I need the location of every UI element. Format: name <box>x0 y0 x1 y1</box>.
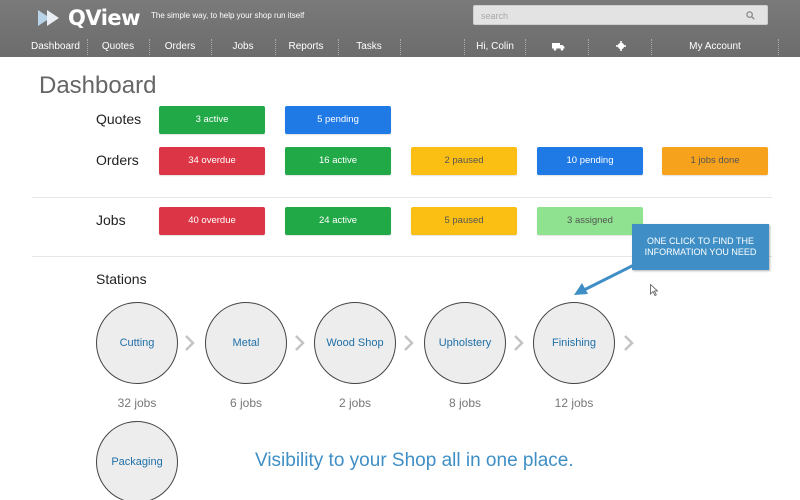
my-account-link[interactable]: My Account <box>680 36 750 57</box>
section-divider <box>32 197 772 198</box>
nav-divider <box>525 39 526 55</box>
top-bar: QView The simple way, to help your shop … <box>0 0 800 57</box>
main-nav: Dashboard Quotes Orders Jobs Reports Tas… <box>0 36 800 57</box>
orders-label: Orders <box>96 152 139 168</box>
station-jobs-count: 6 jobs <box>229 396 263 410</box>
nav-divider <box>651 39 652 55</box>
station-jobs-count: 32 jobs <box>117 396 157 410</box>
user-greeting[interactable]: Hi, Colin <box>472 36 518 57</box>
station-jobs-count: 8 jobs <box>448 396 482 410</box>
nav-divider <box>211 39 212 55</box>
mouse-cursor-icon <box>650 284 658 296</box>
callout-box: ONE CLICK TO FIND THE INFORMATION YOU NE… <box>632 224 769 270</box>
jobs-assigned-pill[interactable]: 3 assigned <box>537 207 643 235</box>
callout-arrow-icon <box>574 262 637 295</box>
station-wood-shop[interactable]: Wood Shop <box>314 302 396 384</box>
station-metal[interactable]: Metal <box>205 302 287 384</box>
nav-orders[interactable]: Orders <box>159 36 201 57</box>
quotes-pending-pill[interactable]: 5 pending <box>285 106 391 134</box>
nav-divider <box>588 39 589 55</box>
nav-divider <box>400 39 401 55</box>
nav-jobs[interactable]: Jobs <box>226 36 260 57</box>
nav-quotes[interactable]: Quotes <box>96 36 140 57</box>
gear-icon[interactable] <box>612 36 630 57</box>
app-logo[interactable]: QView <box>38 6 141 30</box>
orders-overdue-pill[interactable]: 34 overdue <box>159 147 265 175</box>
station-upholstery[interactable]: Upholstery <box>424 302 506 384</box>
search-icon[interactable] <box>746 11 755 20</box>
search-input[interactable] <box>474 7 734 25</box>
jobs-paused-pill[interactable]: 5 paused <box>411 207 517 235</box>
station-jobs-count: 2 jobs <box>338 396 372 410</box>
stations-label: Stations <box>96 271 147 287</box>
nav-divider <box>338 39 339 55</box>
nav-divider <box>464 39 465 55</box>
quotes-active-pill[interactable]: 3 active <box>159 106 265 134</box>
nav-reports[interactable]: Reports <box>284 36 328 57</box>
nav-divider <box>275 39 276 55</box>
orders-paused-pill[interactable]: 2 paused <box>411 147 517 175</box>
jobs-label: Jobs <box>96 212 126 228</box>
search-box <box>473 5 768 25</box>
app-tagline: The simple way, to help your shop run it… <box>151 11 305 20</box>
chevron-right-icon <box>514 335 524 351</box>
nav-dashboard[interactable]: Dashboard <box>31 36 80 57</box>
orders-pending-pill[interactable]: 10 pending <box>537 147 643 175</box>
station-cutting[interactable]: Cutting <box>96 302 178 384</box>
orders-active-pill[interactable]: 16 active <box>285 147 391 175</box>
nav-tasks[interactable]: Tasks <box>350 36 388 57</box>
chevron-right-icon <box>185 335 195 351</box>
nav-divider <box>778 39 779 55</box>
logo-mark-icon <box>38 8 66 28</box>
nav-divider <box>149 39 150 55</box>
callout-line: INFORMATION YOU NEED <box>644 247 757 257</box>
callout-line: ONE CLICK TO FIND THE <box>646 236 755 246</box>
station-jobs-count: 12 jobs <box>554 396 594 410</box>
station-packaging[interactable]: Packaging <box>96 421 178 500</box>
caption-text: Visibility to your Shop all in one place… <box>255 450 574 471</box>
page-title: Dashboard <box>39 72 157 99</box>
quotes-label: Quotes <box>96 111 142 127</box>
truck-icon[interactable] <box>548 36 568 57</box>
nav-divider <box>87 39 88 55</box>
jobs-active-pill[interactable]: 24 active <box>285 207 391 235</box>
chevron-right-icon <box>404 335 414 351</box>
chevron-right-icon <box>295 335 305 351</box>
chevron-right-icon <box>624 335 634 351</box>
app-name: QView <box>68 6 141 30</box>
orders-done-pill[interactable]: 1 jobs done <box>662 147 768 175</box>
jobs-overdue-pill[interactable]: 40 overdue <box>159 207 265 235</box>
station-finishing[interactable]: Finishing <box>533 302 615 384</box>
